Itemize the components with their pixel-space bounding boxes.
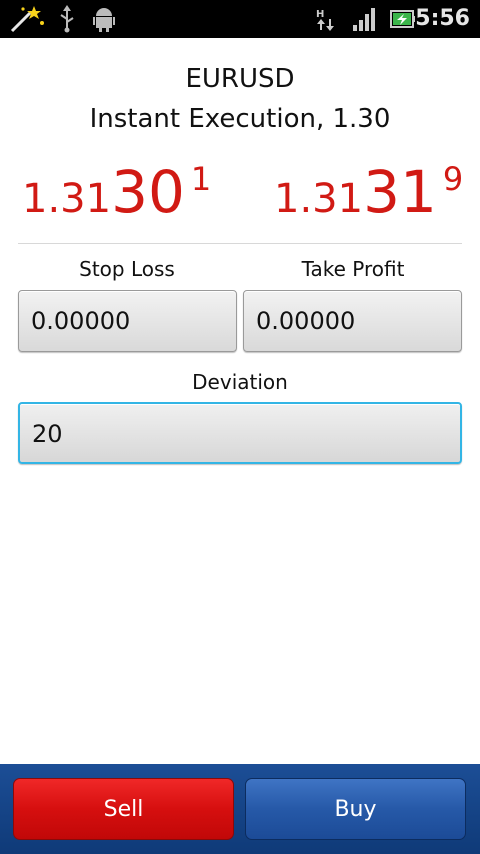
battery-icon <box>390 10 415 28</box>
deviation-label: Deviation <box>192 370 288 394</box>
order-form: EURUSD Instant Execution, 1.30 1.3130 1 1… <box>0 38 480 764</box>
take-profit-input[interactable]: 0.00000 <box>243 290 462 352</box>
android-debug-icon <box>93 8 115 32</box>
bid-price-fraction: 1 <box>190 160 212 198</box>
ask-price: 1.3131 9 <box>274 158 463 226</box>
ask-price-fraction: 9 <box>442 160 464 198</box>
stop-loss-label: Stop Loss <box>79 257 175 281</box>
sell-button[interactable]: Sell <box>13 778 234 840</box>
ask-price-pips: 31 <box>363 158 437 226</box>
execution-mode: Instant Execution, 1.30 <box>89 104 391 134</box>
svg-text:H: H <box>316 9 324 20</box>
divider <box>18 243 462 244</box>
deviation-input[interactable]: 20 <box>18 402 462 464</box>
bid-price-base: 1.31 <box>22 176 112 222</box>
bid-price-pips: 30 <box>111 158 185 226</box>
ask-price-base: 1.31 <box>274 176 364 222</box>
symbol-title: EURUSD <box>185 64 295 94</box>
signal-icon <box>353 8 375 31</box>
take-profit-label: Take Profit <box>301 257 405 281</box>
buy-button[interactable]: Buy <box>245 778 466 840</box>
data-transfer-icon: H <box>316 9 334 31</box>
magic-wand-icon <box>10 6 44 33</box>
usb-icon <box>60 5 74 33</box>
bid-price: 1.3130 1 <box>22 158 211 226</box>
status-bar: H 5:56 <box>0 0 480 38</box>
status-time: 5:56 <box>415 6 470 31</box>
action-bar: Sell Buy <box>0 764 480 854</box>
stop-loss-input[interactable]: 0.00000 <box>18 290 237 352</box>
